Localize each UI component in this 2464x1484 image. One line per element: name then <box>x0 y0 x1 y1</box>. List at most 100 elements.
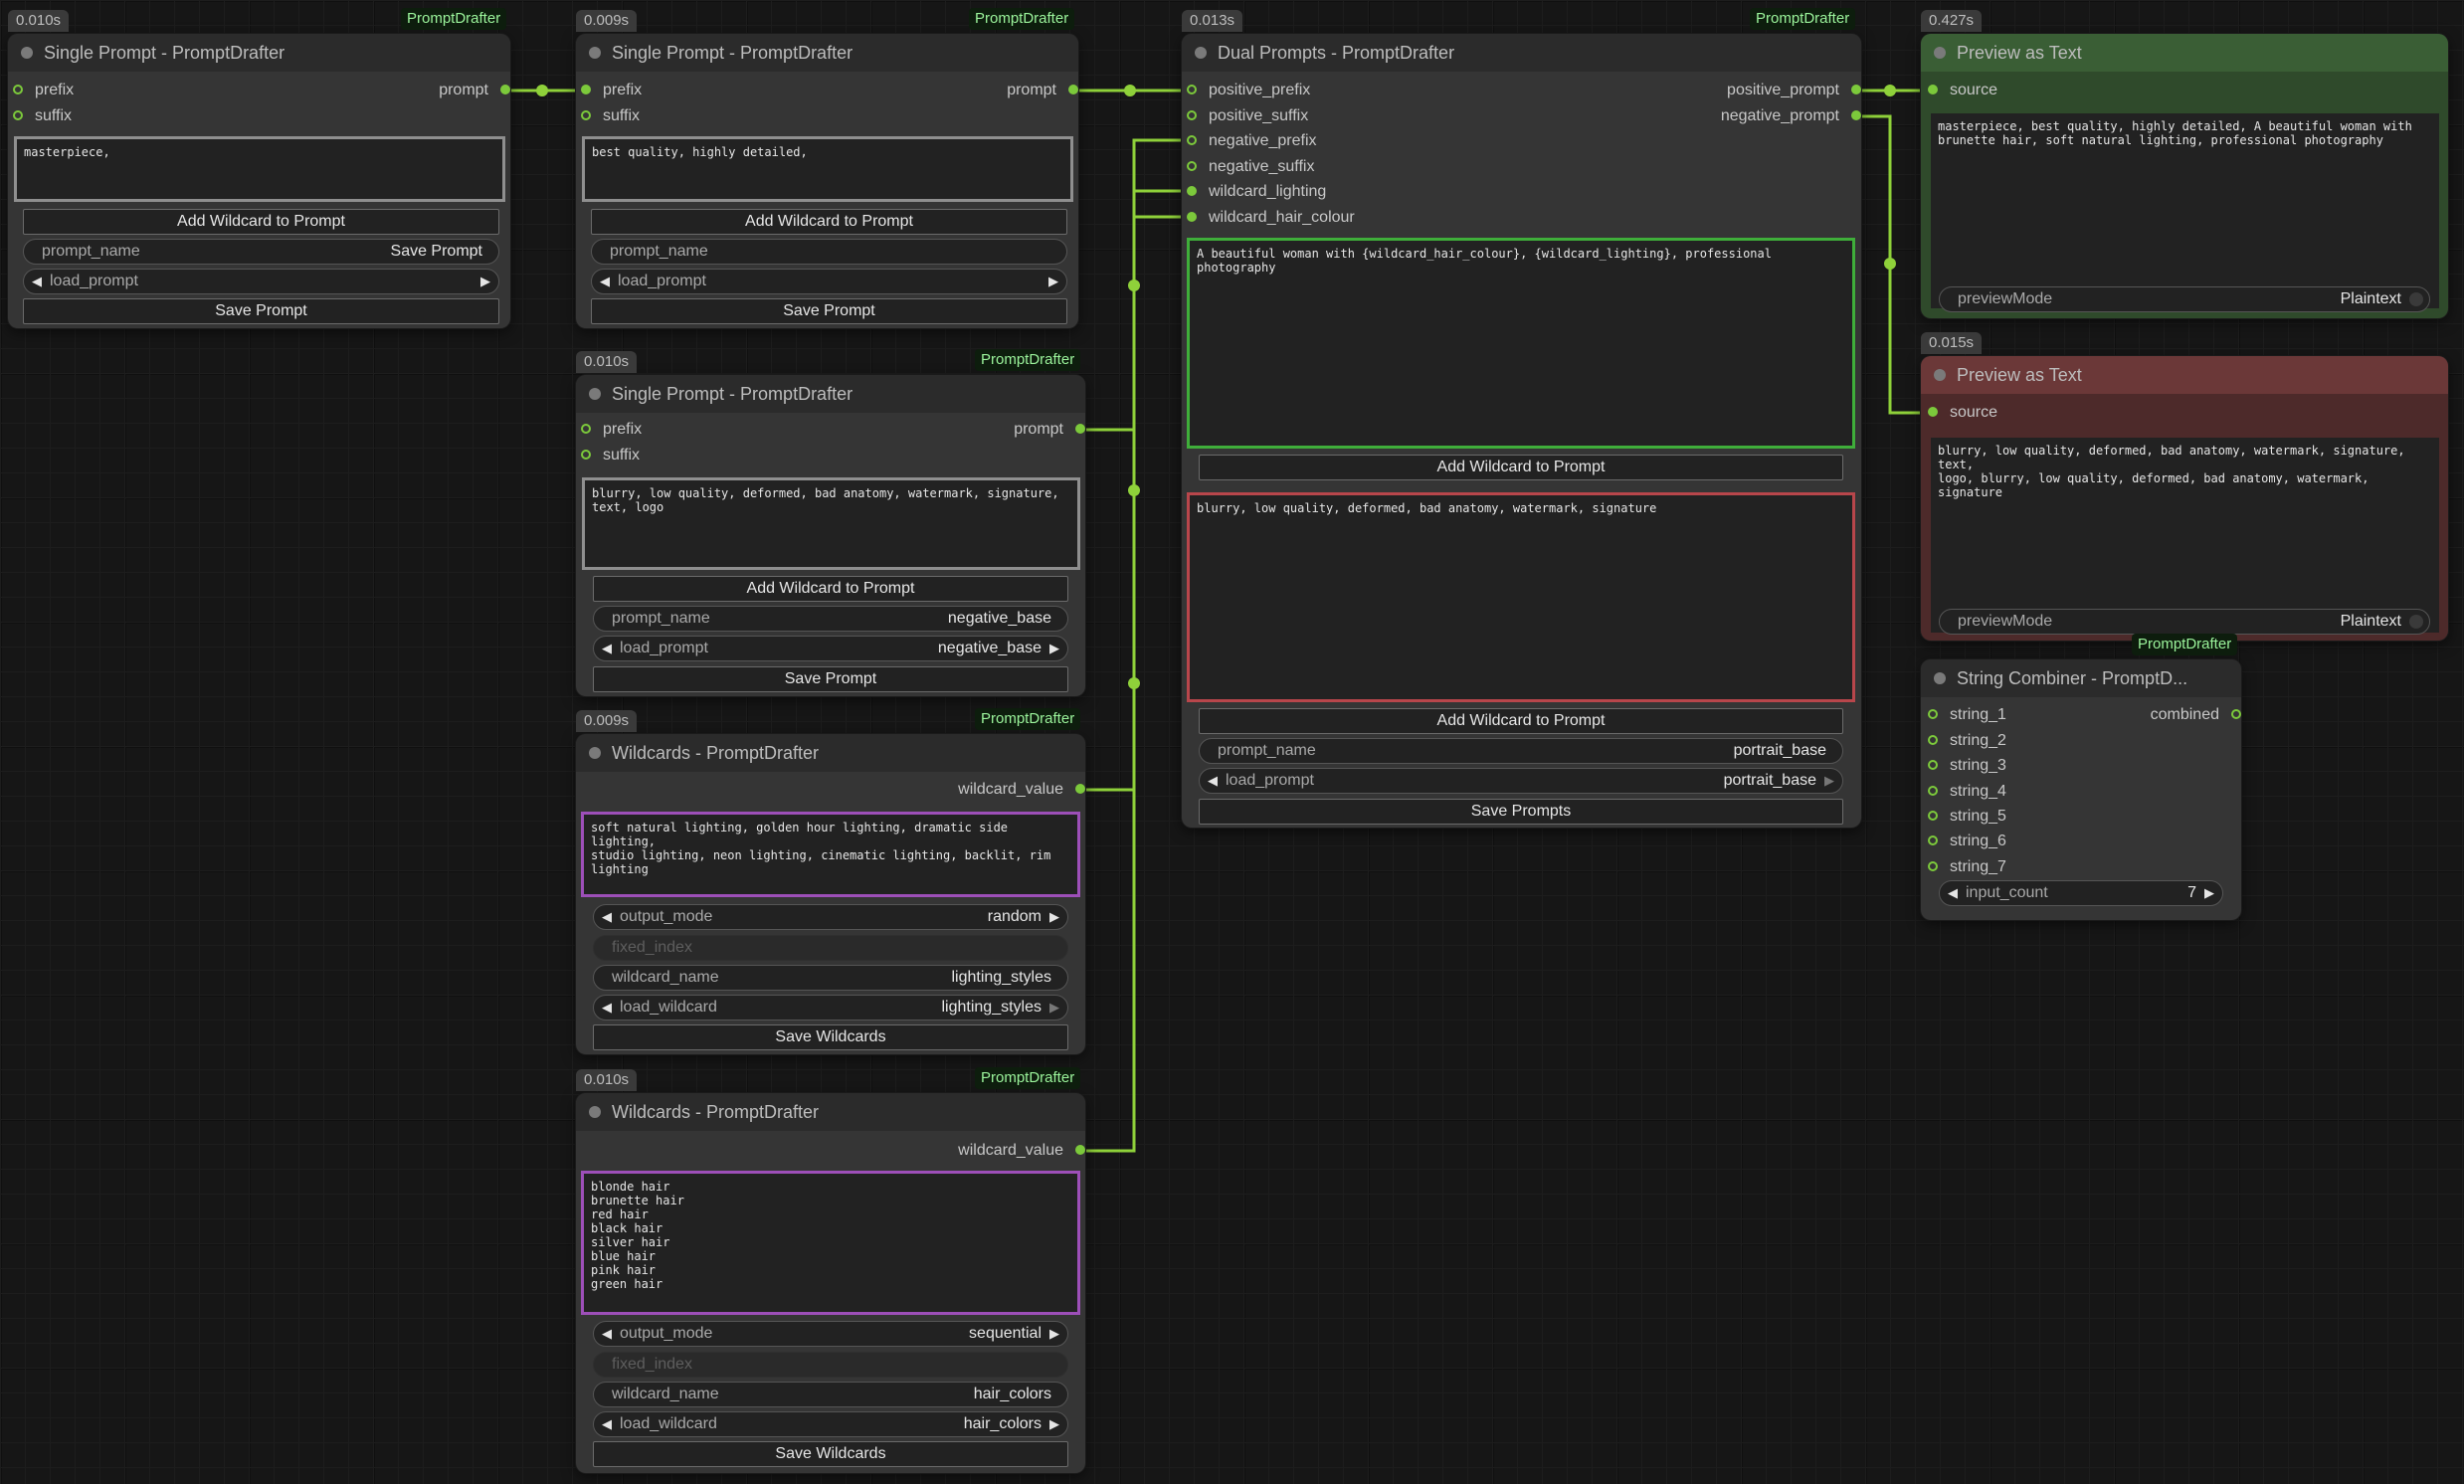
arrow-right-icon[interactable]: ▶ <box>1049 637 1059 660</box>
input-slot-string-3[interactable]: string_3 <box>1928 755 2006 777</box>
input-port-icon[interactable] <box>581 85 591 94</box>
arrow-left-icon[interactable]: ◀ <box>1948 881 1958 905</box>
output-slot-wildcard-value[interactable]: wildcard_value <box>958 1140 1085 1162</box>
add-wildcard-positive-button[interactable]: Add Wildcard to Prompt <box>1199 455 1843 480</box>
output-slot-negative-prompt[interactable]: negative_prompt <box>1721 105 1861 127</box>
single-prompt-node-1[interactable]: Single Prompt - PromptDrafter prefix suf… <box>8 34 510 328</box>
input-count-stepper[interactable]: ◀ input_count 7 ▶ <box>1939 880 2223 906</box>
input-port-icon[interactable] <box>1928 760 1938 770</box>
positive-prompt-textarea[interactable]: A beautiful woman with {wildcard_hair_co… <box>1187 238 1855 449</box>
input-slot-string-4[interactable]: string_4 <box>1928 781 2006 803</box>
arrow-left-icon[interactable]: ◀ <box>1208 769 1218 793</box>
collapse-dot-icon[interactable] <box>21 47 33 59</box>
dual-prompts-node[interactable]: Dual Prompts - PromptDrafter positive_pr… <box>1182 34 1861 828</box>
arrow-left-icon[interactable]: ◀ <box>600 270 610 293</box>
input-port-icon[interactable] <box>1928 735 1938 745</box>
output-slot-prompt[interactable]: prompt <box>1014 419 1085 441</box>
input-slot-suffix[interactable]: suffix <box>581 105 640 127</box>
arrow-right-icon[interactable]: ▶ <box>1049 1412 1059 1436</box>
load-prompt-combo[interactable]: ◀ load_prompt negative_base ▶ <box>593 636 1068 661</box>
input-port-icon[interactable] <box>1187 212 1197 222</box>
arrow-left-icon[interactable]: ◀ <box>602 637 612 660</box>
input-slot-string-5[interactable]: string_5 <box>1928 806 2006 828</box>
prompt-textarea[interactable]: masterpiece, <box>14 136 505 202</box>
preview-text-node-1[interactable]: Preview as Text source masterpiece, best… <box>1921 34 2448 318</box>
arrow-left-icon[interactable]: ◀ <box>602 905 612 929</box>
save-wildcards-button[interactable]: Save Wildcards <box>593 1024 1068 1050</box>
collapse-dot-icon[interactable] <box>589 388 601 400</box>
node-title-bar[interactable]: Preview as Text <box>1921 356 2448 394</box>
node-title-bar[interactable]: String Combiner - PromptD... <box>1921 659 2241 697</box>
input-port-icon[interactable] <box>13 85 23 94</box>
string-combiner-node[interactable]: String Combiner - PromptD... string_1 st… <box>1921 659 2241 920</box>
arrow-right-icon[interactable]: ▶ <box>1048 270 1058 293</box>
input-port-icon[interactable] <box>1187 161 1197 171</box>
input-slot-positive-suffix[interactable]: positive_suffix <box>1187 105 1308 127</box>
input-slot-wildcard-lighting[interactable]: wildcard_lighting <box>1187 181 1326 203</box>
node-title-bar[interactable]: Dual Prompts - PromptDrafter <box>1182 34 1861 72</box>
single-prompt-node-2[interactable]: Single Prompt - PromptDrafter prefix suf… <box>576 34 1078 328</box>
preview-text-node-2[interactable]: Preview as Text source blurry, low quali… <box>1921 356 2448 641</box>
collapse-dot-icon[interactable] <box>1934 672 1946 684</box>
input-slot-string-7[interactable]: string_7 <box>1928 856 2006 878</box>
output-port-icon[interactable] <box>2231 709 2241 719</box>
arrow-left-icon[interactable]: ◀ <box>602 1412 612 1436</box>
arrow-right-icon[interactable]: ▶ <box>1049 1322 1059 1346</box>
output-slot-positive-prompt[interactable]: positive_prompt <box>1727 80 1861 101</box>
prompt-textarea[interactable]: blurry, low quality, deformed, bad anato… <box>582 477 1080 570</box>
output-port-icon[interactable] <box>1851 85 1861 94</box>
input-slot-prefix[interactable]: prefix <box>13 80 74 101</box>
save-prompt-button[interactable]: Save Prompt <box>593 666 1068 692</box>
output-slot-prompt[interactable]: prompt <box>1007 80 1078 101</box>
collapse-dot-icon[interactable] <box>1934 47 1946 59</box>
input-port-icon[interactable] <box>581 424 591 434</box>
arrow-right-icon[interactable]: ▶ <box>480 270 490 293</box>
input-port-icon[interactable] <box>1928 811 1938 821</box>
collapse-dot-icon[interactable] <box>1934 369 1946 381</box>
wildcard-textarea[interactable]: blonde hair brunette hair red hair black… <box>581 1171 1080 1315</box>
collapse-dot-icon[interactable] <box>589 1106 601 1118</box>
node-title-bar[interactable]: Wildcards - PromptDrafter <box>576 1093 1085 1131</box>
node-title-bar[interactable]: Single Prompt - PromptDrafter <box>576 34 1078 72</box>
input-port-icon[interactable] <box>1928 85 1938 94</box>
input-slot-string-6[interactable]: string_6 <box>1928 831 2006 852</box>
collapse-dot-icon[interactable] <box>589 747 601 759</box>
node-title-bar[interactable]: Single Prompt - PromptDrafter <box>576 375 1085 413</box>
input-slot-suffix[interactable]: suffix <box>13 105 72 127</box>
collapse-dot-icon[interactable] <box>589 47 601 59</box>
input-slot-source[interactable]: source <box>1928 80 1997 101</box>
output-port-icon[interactable] <box>500 85 510 94</box>
input-slot-prefix[interactable]: prefix <box>581 419 642 441</box>
wildcard-textarea[interactable]: soft natural lighting, golden hour light… <box>581 812 1080 897</box>
arrow-right-icon[interactable]: ▶ <box>1049 905 1059 929</box>
output-port-icon[interactable] <box>1075 1145 1085 1155</box>
input-slot-string-1[interactable]: string_1 <box>1928 704 2006 726</box>
input-slot-string-2[interactable]: string_2 <box>1928 730 2006 752</box>
toggle-knob-icon[interactable] <box>2409 292 2423 306</box>
input-port-icon[interactable] <box>1187 135 1197 145</box>
arrow-left-icon[interactable]: ◀ <box>602 996 612 1020</box>
input-slot-prefix[interactable]: prefix <box>581 80 642 101</box>
add-wildcard-button[interactable]: Add Wildcard to Prompt <box>593 576 1068 602</box>
add-wildcard-button[interactable]: Add Wildcard to Prompt <box>591 209 1067 235</box>
wildcard-name-widget[interactable]: wildcard_name lighting_styles <box>593 965 1068 991</box>
output-mode-combo[interactable]: ◀ output_mode sequential ▶ <box>593 1321 1068 1347</box>
output-port-icon[interactable] <box>1068 85 1078 94</box>
input-slot-source[interactable]: source <box>1928 402 1997 424</box>
input-port-icon[interactable] <box>1928 835 1938 845</box>
output-slot-prompt[interactable]: prompt <box>439 80 510 101</box>
collapse-dot-icon[interactable] <box>1195 47 1207 59</box>
input-port-icon[interactable] <box>581 110 591 120</box>
preview-mode-toggle[interactable]: previewMode Plaintext <box>1939 286 2430 312</box>
input-slot-positive-prefix[interactable]: positive_prefix <box>1187 80 1310 101</box>
input-slot-negative-suffix[interactable]: negative_suffix <box>1187 156 1314 178</box>
output-slot-wildcard-value[interactable]: wildcard_value <box>958 779 1085 801</box>
prompt-name-widget[interactable]: prompt_name <box>591 239 1067 265</box>
input-port-icon[interactable] <box>1928 709 1938 719</box>
toggle-knob-icon[interactable] <box>2409 615 2423 629</box>
prompt-name-widget[interactable]: prompt_name portrait_base <box>1199 738 1843 764</box>
output-port-icon[interactable] <box>1075 784 1085 794</box>
load-prompt-combo[interactable]: ◀ load_prompt portrait_base ▶ <box>1199 768 1843 794</box>
arrow-left-icon[interactable]: ◀ <box>602 1322 612 1346</box>
wildcards-node-2[interactable]: Wildcards - PromptDrafter wildcard_value… <box>576 1093 1085 1473</box>
